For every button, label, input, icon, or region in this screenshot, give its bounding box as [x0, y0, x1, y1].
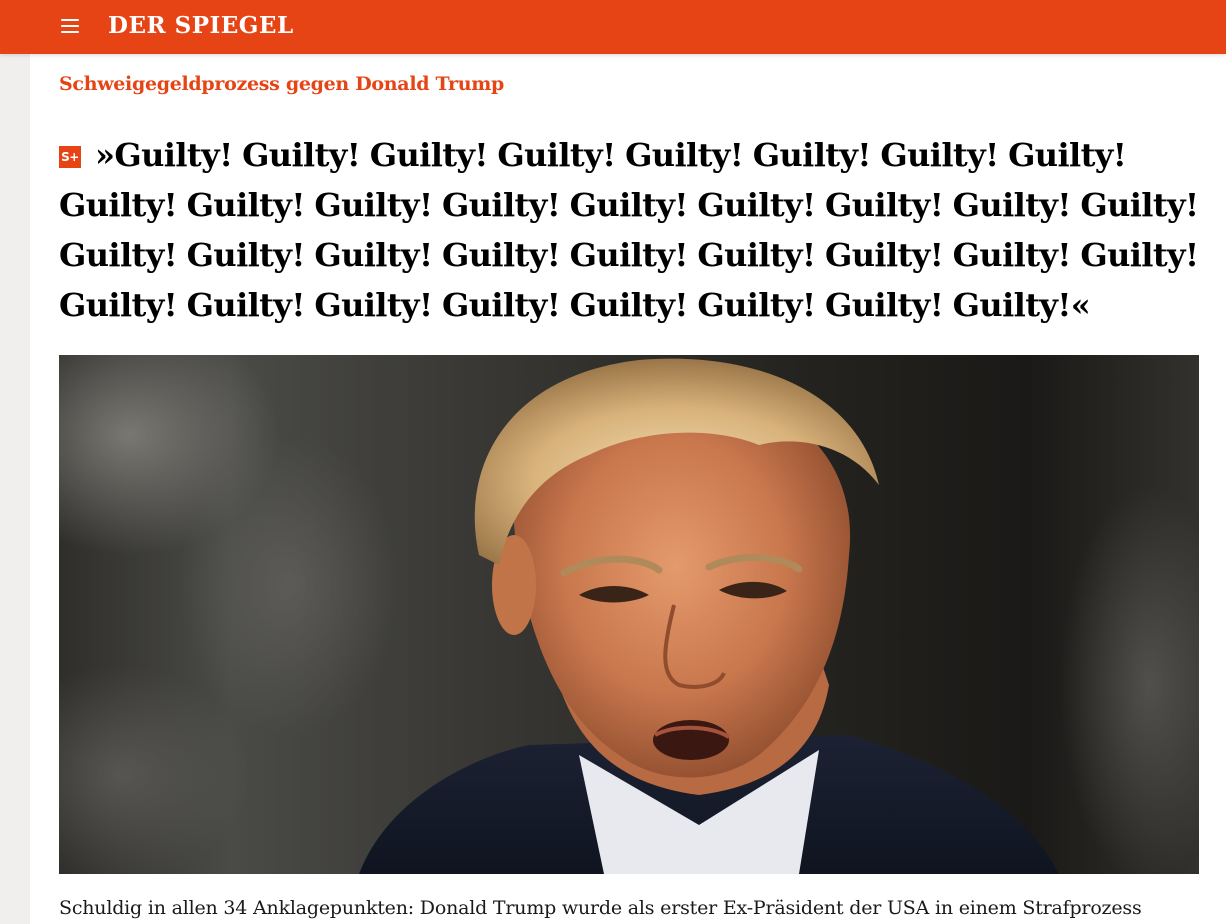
- article-kicker[interactable]: Schweigegeldprozess gegen Donald Trump: [59, 71, 504, 97]
- top-navigation-bar: DER SPIEGEL: [0, 0, 1226, 54]
- hamburger-menu-icon[interactable]: [56, 12, 84, 40]
- article-headline: S+ »Guilty! Guilty! Guilty! Guilty! Guilt…: [59, 130, 1199, 330]
- image-caption: Schuldig in allen 34 Anklagepunkten: Don…: [59, 897, 1142, 919]
- spiegel-plus-badge-icon: S+: [59, 146, 81, 168]
- site-logo[interactable]: DER SPIEGEL: [108, 11, 294, 41]
- article-hero-image[interactable]: [59, 355, 1199, 874]
- headline-text: »Guilty! Guilty! Guilty! Guilty! Guilty!…: [59, 136, 1199, 324]
- article-container: Schweigegeldprozess gegen Donald Trump S…: [30, 54, 1226, 924]
- portrait-photo: [59, 355, 1199, 874]
